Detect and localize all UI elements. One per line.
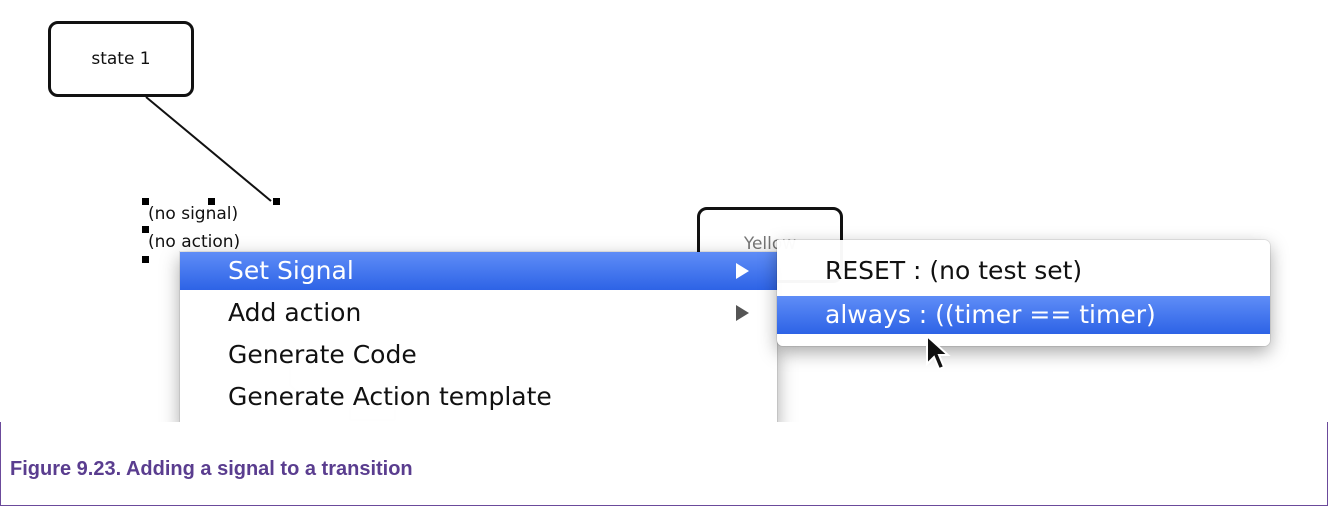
mouse-cursor-icon xyxy=(926,334,951,371)
signal-submenu: RESET : (no test set) always : ((timer =… xyxy=(777,240,1270,346)
selection-handle[interactable] xyxy=(142,256,149,263)
diagram-canvas[interactable]: state 1 Yellow (no signal) (no action) S… xyxy=(0,0,1328,422)
figure-caption: Figure 9.23. Adding a signal to a transi… xyxy=(10,458,413,480)
submenu-arrow-icon xyxy=(736,305,749,321)
submenu-item-always[interactable]: always : ((timer == timer) xyxy=(777,296,1270,334)
menu-item-add-action[interactable]: Add action xyxy=(180,294,777,332)
submenu-item-reset[interactable]: RESET : (no test set) xyxy=(777,252,1270,290)
menu-item-generate-action-template[interactable]: Generate Action template xyxy=(180,378,777,416)
selection-handle[interactable] xyxy=(273,198,280,205)
transition-action-text: (no action) xyxy=(148,232,241,252)
state-node-state1[interactable]: state 1 xyxy=(48,21,194,97)
state-label: state 1 xyxy=(91,49,151,69)
submenu-arrow-icon xyxy=(736,263,749,279)
context-menu: Set Signal Add action Generate Code Gene… xyxy=(180,252,777,422)
transition-signal-text: (no signal) xyxy=(148,204,239,224)
menu-item-generate-code[interactable]: Generate Code xyxy=(180,336,777,374)
menu-item-set-signal[interactable]: Set Signal xyxy=(180,252,777,290)
